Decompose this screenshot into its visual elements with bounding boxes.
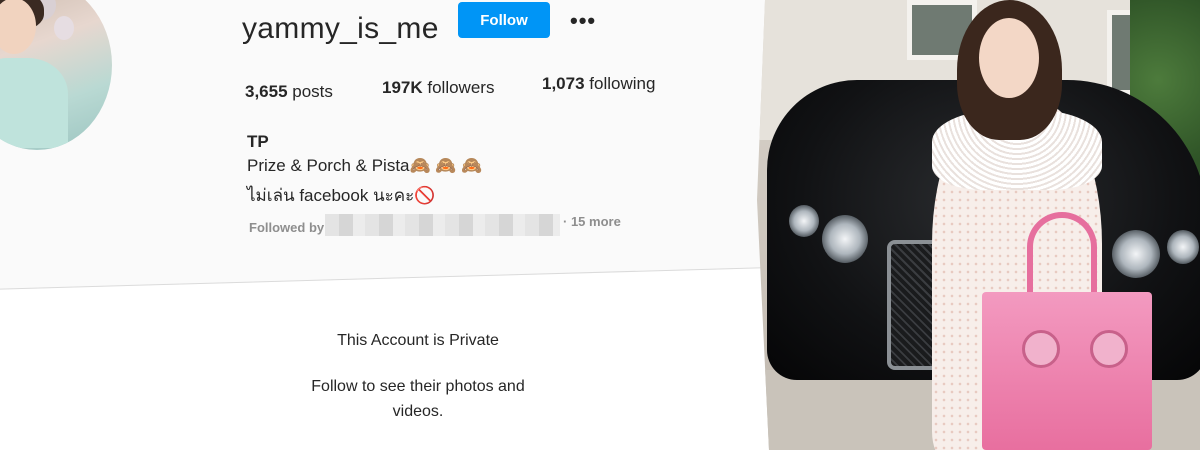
- profile-photo-woman-with-car: [757, 0, 1200, 450]
- private-account-subtitle: Follow to see their photos and videos.: [311, 378, 525, 420]
- avatar[interactable]: [0, 0, 112, 150]
- pink-tote-bag: [982, 292, 1152, 450]
- car-headlight: [1167, 230, 1199, 264]
- posts-stat: 3,655 posts: [245, 82, 333, 102]
- followed-by-label: Followed by: [249, 220, 325, 235]
- instagram-profile-screenshot: yammy_is_me Follow ••• 3,655 posts 197K …: [0, 0, 790, 450]
- private-account-title: This Account is Private: [337, 332, 499, 349]
- bag-emblem: [1090, 330, 1128, 368]
- bio-line-2: ไม่เล่น facebook นะคะ🚫: [247, 186, 436, 205]
- bio-line-1: Prize & Porch & Pista🙈 🙈 🙈: [247, 156, 483, 175]
- profile-stats: 3,655 posts 197K followers 1,073 followi…: [245, 74, 685, 104]
- followers-stat[interactable]: 197K followers: [382, 78, 494, 98]
- car-headlight: [789, 205, 819, 237]
- avatar-face: [0, 0, 36, 54]
- following-label: following: [584, 74, 656, 93]
- car-headlight: [1112, 230, 1160, 278]
- following-count: 1,073: [542, 74, 585, 93]
- profile-username: yammy_is_me: [242, 12, 439, 45]
- posts-label: posts: [287, 82, 333, 101]
- followed-by-more[interactable]: · 15 more: [563, 214, 621, 229]
- bag-emblem: [1022, 330, 1060, 368]
- follow-button[interactable]: Follow: [458, 2, 550, 38]
- followers-count: 197K: [382, 78, 423, 97]
- balloon-decoration: [54, 15, 74, 41]
- face: [979, 18, 1039, 98]
- posts-count: 3,655: [245, 82, 288, 101]
- car-headlight: [822, 215, 868, 263]
- profile-bio: TP Prize & Porch & Pista🙈 🙈 🙈 ไม่เล่น fa…: [247, 132, 667, 206]
- following-stat[interactable]: 1,073 following: [542, 74, 655, 94]
- followers-label: followers: [422, 78, 495, 97]
- more-options-icon[interactable]: •••: [570, 8, 598, 33]
- bio-name: TP: [247, 132, 269, 151]
- avatar-shirt: [0, 57, 68, 148]
- bag-handle: [1027, 212, 1097, 294]
- followed-by-blurred-names: [325, 214, 560, 236]
